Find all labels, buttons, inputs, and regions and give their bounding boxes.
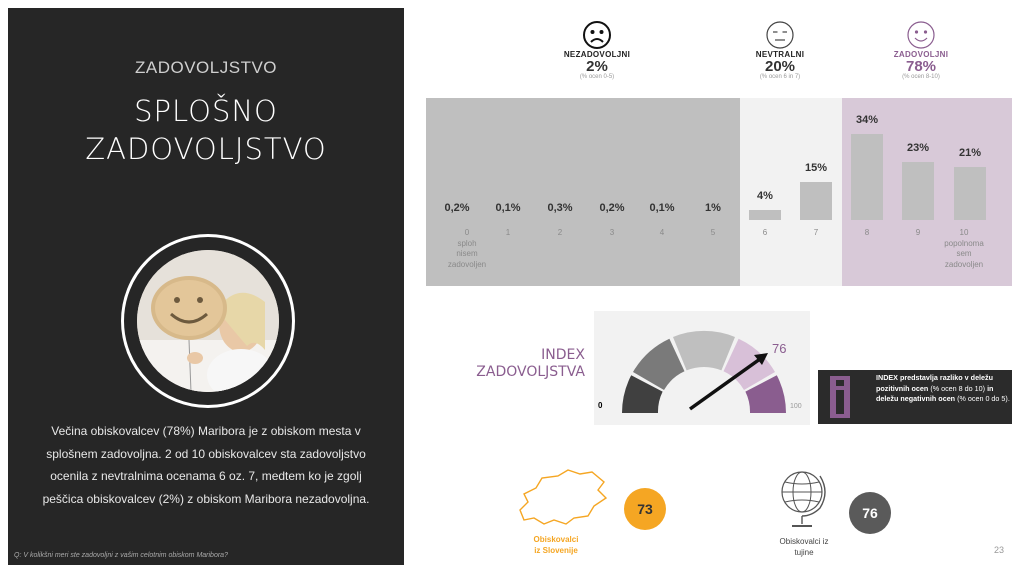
gauge-min: 0	[598, 401, 603, 410]
value-label-9: 23%	[906, 141, 930, 154]
score-badge-foreign: 76	[849, 492, 891, 534]
sad-face-icon	[583, 21, 611, 49]
group-label-line-2: iz Slovenije	[534, 546, 578, 555]
neutral-face-icon	[766, 21, 794, 49]
info-bold-3: in	[987, 383, 994, 393]
survey-question: Q: V kolikšni meri ste zadovoljni z vaši…	[14, 552, 228, 559]
group-label-foreign: Obiskovalci iz tujine	[766, 536, 842, 558]
value-label-10: 21%	[958, 146, 982, 159]
value-label-7: 15%	[804, 162, 828, 175]
group-label-line-2: tujine	[794, 548, 814, 557]
intro-panel: ZADOVOLJSTVO SPLOŠNO ZADOVOLJSTVO Večina…	[8, 8, 404, 565]
satisfaction-gauge: 0 100 76	[594, 311, 810, 425]
tick-label-5: 5	[710, 228, 716, 237]
bar-rating-9	[902, 161, 934, 220]
category-unsatisfied: NEZADOVOLJNI 2% (% ocen 0-5)	[556, 20, 638, 80]
gauge-max: 100	[790, 403, 802, 410]
globe-icon	[781, 471, 826, 527]
category-percent: 20%	[764, 58, 796, 75]
category-neutral: NEVTRALNI 20% (% ocen 6 in 7)	[748, 20, 812, 80]
bar-rating-10	[954, 166, 986, 220]
page-number: 23	[993, 545, 1004, 555]
tick-label-10: 10 popolnoma sem zadovoljen	[944, 228, 984, 269]
category-percent: 2%	[586, 58, 608, 75]
gauge-graphic	[622, 330, 786, 413]
value-label-8: 34%	[855, 114, 879, 126]
info-icon	[830, 376, 850, 418]
info-bold-2: pozitivnih ocen	[876, 383, 929, 393]
bar-rating-8	[851, 134, 883, 220]
section-title: SPLOŠNO ZADOVOLJSTVO	[8, 92, 404, 168]
value-label-3: 0,2%	[599, 202, 625, 214]
tick-label-4: 4	[659, 228, 665, 237]
slovenia-map-icon	[519, 469, 608, 525]
category-range: (% ocen 6 in 7)	[759, 74, 801, 80]
category-percent: 78%	[905, 58, 937, 75]
category-satisfied: ZADOVOLJNI 78% (% ocen 8-10)	[886, 20, 956, 80]
index-label: INDEX ZADOVOLJSTVA	[470, 347, 585, 381]
index-label-line-2: ZADOVOLJSTVA	[476, 364, 585, 380]
tick-label-1: 1	[505, 228, 511, 237]
value-label-5: 1%	[705, 202, 721, 214]
tick-label-8: 8	[864, 228, 870, 237]
happy-face-icon	[907, 21, 935, 49]
smiley-balloon-photo	[137, 250, 279, 392]
title-line-2: ZADOVOLJSTVO	[85, 132, 327, 166]
photo-ring	[121, 234, 295, 408]
info-bold-1: INDEX predstavlja razliko v deležu	[876, 373, 994, 382]
group-label-line-1: Obiskovalci	[533, 535, 579, 544]
title-line-1: SPLOŠNO	[134, 94, 278, 128]
gauge-value: 76	[772, 341, 787, 356]
bar-rating-6	[749, 209, 781, 220]
category-range: (% ocen 0-5)	[579, 74, 615, 80]
value-label-2: 0,3%	[547, 202, 573, 214]
value-label-6: 4%	[757, 189, 773, 202]
bar-rating-7	[800, 182, 832, 220]
tick-label-7: 7	[813, 228, 819, 237]
value-label-0: 0,2%	[444, 202, 470, 214]
group-label-line-1: Obiskovalci iz	[779, 537, 829, 546]
group-label-slovenia: Obiskovalci iz Slovenije	[508, 534, 604, 556]
ratings-distribution-chart: 0,2% 0 sploh nisem zadovoljen 0,1% 1 0,3% 2 0,2% 3…	[426, 98, 1012, 286]
index-label-line-1: INDEX	[541, 347, 585, 363]
info-normal-2: (% ocen 0 do 5).	[957, 394, 1010, 403]
info-bold-4: deležu negativnih ocen	[876, 394, 956, 403]
section-kicker: ZADOVOLJSTVO	[134, 58, 278, 77]
index-definition: INDEX predstavlja razliko v deležu pozit…	[876, 373, 1012, 405]
value-label-4: 0,1%	[649, 202, 675, 214]
category-range: (% ocen 8-10)	[902, 74, 940, 80]
tick-label-6: 6	[762, 228, 768, 237]
tick-label-9: 9	[915, 228, 921, 237]
score-badge-slovenia: 73	[624, 488, 666, 530]
tick-label-3: 3	[609, 228, 615, 237]
info-normal-1: (% ocen 8 do 10)	[930, 383, 986, 393]
summary-text: Večina obiskovalcev (78%) Maribora je z …	[42, 424, 370, 506]
tick-label-2: 2	[557, 228, 563, 237]
value-label-1: 0,1%	[495, 202, 521, 214]
